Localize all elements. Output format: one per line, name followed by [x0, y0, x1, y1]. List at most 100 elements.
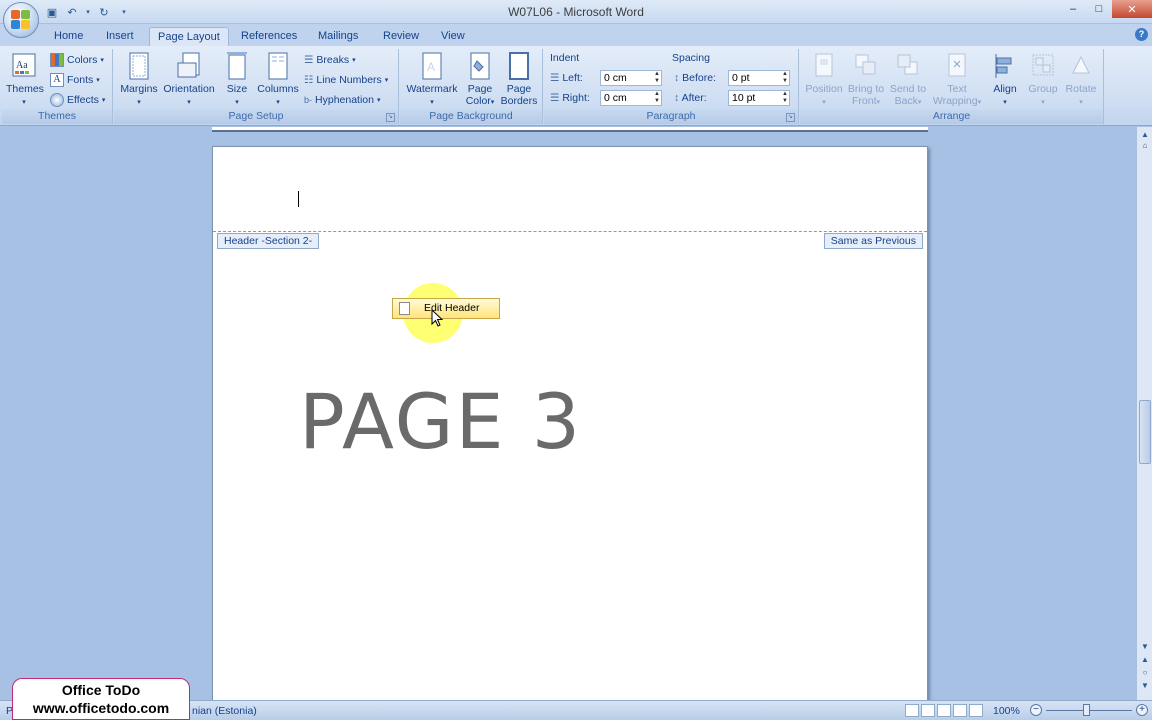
select-browse-object-icon[interactable]: ○: [1140, 668, 1150, 678]
draft-view-icon[interactable]: [969, 704, 983, 717]
fonts-button[interactable]: A Fonts ▾: [50, 71, 100, 89]
office-button[interactable]: [3, 2, 39, 38]
position-button[interactable]: Position ▾: [804, 51, 844, 109]
ribbon-tabs: Home Insert Page Layout References Maili…: [0, 24, 1152, 46]
columns-icon: [268, 52, 288, 80]
line-numbers-button[interactable]: ☷ Line Numbers ▾: [304, 71, 388, 89]
send-to-back-button[interactable]: Send to Back▾: [888, 51, 928, 109]
spacing-label: Spacing: [672, 52, 710, 64]
group-button[interactable]: Group ▾: [1024, 51, 1062, 109]
spacing-before-field[interactable]: 0 pt ▲ ▼: [728, 70, 790, 86]
previous-page-icon[interactable]: ▲: [1140, 655, 1150, 665]
spinner-arrows-icon[interactable]: ▲ ▼: [782, 71, 788, 85]
watermark-button[interactable]: A Watermark ▾: [405, 51, 459, 109]
zoom-in-icon[interactable]: +: [1136, 704, 1148, 716]
spacing-after-field[interactable]: 10 pt ▲ ▼: [728, 90, 790, 106]
spinner-arrows-icon[interactable]: ▲ ▼: [654, 71, 660, 85]
edit-header-button[interactable]: Edit Header: [392, 298, 500, 319]
spacing-after-label: ↕ After:: [674, 92, 707, 104]
rotate-button[interactable]: Rotate ▾: [1062, 51, 1100, 109]
full-screen-reading-view-icon[interactable]: [921, 704, 935, 717]
tab-view[interactable]: View: [433, 27, 473, 46]
line-numbers-icon: ☷: [304, 74, 314, 86]
indent-right-field[interactable]: 0 cm ▲ ▼: [600, 90, 662, 106]
window-title: W07L06 - Microsoft Word: [508, 5, 644, 19]
arrange-group-label: Arrange: [800, 110, 1103, 124]
effects-button[interactable]: Effects ▾: [50, 91, 105, 109]
themes-button[interactable]: Aa Themes ▾: [6, 51, 44, 109]
status-language[interactable]: nian (Estonia): [192, 705, 257, 717]
bring-to-front-button[interactable]: Bring to Front▾: [846, 51, 886, 109]
spacing-before-icon: ↕: [674, 72, 680, 84]
zoom-level[interactable]: 100%: [993, 705, 1020, 717]
tab-mailings[interactable]: Mailings: [310, 27, 366, 46]
align-button[interactable]: Align ▾: [988, 51, 1022, 109]
colors-button[interactable]: Colors ▾: [50, 51, 104, 69]
indent-left-field[interactable]: 0 cm ▲ ▼: [600, 70, 662, 86]
web-layout-view-icon[interactable]: [937, 704, 951, 717]
minimize-button[interactable]: –: [1060, 0, 1086, 18]
brand-watermark: Office ToDo www.officetodo.com: [12, 678, 190, 720]
themes-icon: Aa: [12, 53, 36, 77]
fonts-icon: A: [50, 73, 64, 87]
edit-header-icon: [399, 302, 410, 315]
same-as-previous-tag: Same as Previous: [823, 233, 923, 249]
tab-page-layout[interactable]: Page Layout: [149, 27, 229, 46]
breaks-button[interactable]: ☰ Breaks ▾: [304, 51, 356, 69]
spacing-before-label: ↕ Before:: [674, 72, 717, 84]
page-setup-group-label: Page Setup: [114, 110, 398, 124]
size-button[interactable]: Size ▾: [222, 51, 252, 109]
office-logo-icon: [11, 10, 31, 30]
document-page[interactable]: Header -Section 2- Same as Previous Edit…: [212, 146, 928, 700]
columns-button[interactable]: Columns ▾: [256, 51, 300, 109]
margins-icon: [129, 52, 149, 80]
colors-icon: [50, 53, 64, 67]
page-background-group-label: Page Background: [400, 110, 542, 124]
paragraph-launcher-icon[interactable]: ↘: [786, 113, 795, 122]
help-icon[interactable]: ?: [1135, 28, 1148, 41]
text-wrapping-button[interactable]: Text Wrapping▾: [930, 51, 984, 109]
scroll-down-icon[interactable]: ▼: [1140, 642, 1150, 652]
svg-text:Aa: Aa: [16, 60, 28, 71]
spacing-after-icon: ↕: [674, 92, 680, 104]
page-setup-launcher-icon[interactable]: ↘: [386, 113, 395, 122]
margins-button[interactable]: Margins ▾: [118, 51, 160, 109]
watermark-icon: A: [422, 52, 442, 80]
orientation-button[interactable]: Orientation ▾: [162, 51, 216, 109]
scrollbar-thumb[interactable]: [1139, 400, 1151, 464]
bring-to-front-icon: [855, 54, 876, 75]
svg-text:A: A: [427, 60, 435, 74]
position-icon: [815, 53, 833, 77]
view-buttons: [905, 704, 983, 717]
breaks-icon: ☰: [304, 54, 314, 66]
hyphenation-button[interactable]: b‐ Hyphenation ▾: [304, 91, 381, 109]
tab-insert[interactable]: Insert: [98, 27, 142, 46]
rotate-icon: [1072, 55, 1090, 74]
align-icon: [995, 54, 1012, 78]
page-body-text[interactable]: PAGE 3: [299, 377, 582, 466]
indent-right-label: ☰ Right:: [550, 92, 590, 104]
view-ruler-icon[interactable]: ⌂: [1140, 141, 1150, 151]
tab-review[interactable]: Review: [375, 27, 427, 46]
outline-view-icon[interactable]: [953, 704, 967, 717]
close-button[interactable]: ✕: [1112, 0, 1152, 18]
orientation-icon: [177, 52, 200, 78]
zoom-out-icon[interactable]: −: [1030, 704, 1042, 716]
tab-references[interactable]: References: [233, 27, 305, 46]
next-page-icon[interactable]: ▼: [1140, 681, 1150, 691]
document-area[interactable]: Header -Section 2- Same as Previous Edit…: [0, 127, 1136, 700]
scroll-up-icon[interactable]: ▲: [1140, 130, 1150, 140]
indent-right-icon: ☰: [550, 92, 560, 104]
page-borders-button[interactable]: Page Borders: [500, 51, 538, 107]
spinner-arrows-icon[interactable]: ▲ ▼: [782, 91, 788, 105]
text-caret: [298, 191, 299, 207]
vertical-scrollbar[interactable]: ▲ ⌂ ▼ ▲ ○ ▼: [1136, 127, 1152, 700]
print-layout-view-icon[interactable]: [905, 704, 919, 717]
page-color-button[interactable]: Page Color▾: [462, 51, 498, 109]
maximize-button[interactable]: □: [1086, 0, 1112, 18]
header-section-tag: Header -Section 2-: [217, 233, 320, 249]
zoom-slider-knob[interactable]: [1083, 704, 1090, 716]
spinner-arrows-icon[interactable]: ▲ ▼: [654, 91, 660, 105]
previous-page-edge: [212, 127, 928, 132]
tab-home[interactable]: Home: [46, 27, 91, 46]
